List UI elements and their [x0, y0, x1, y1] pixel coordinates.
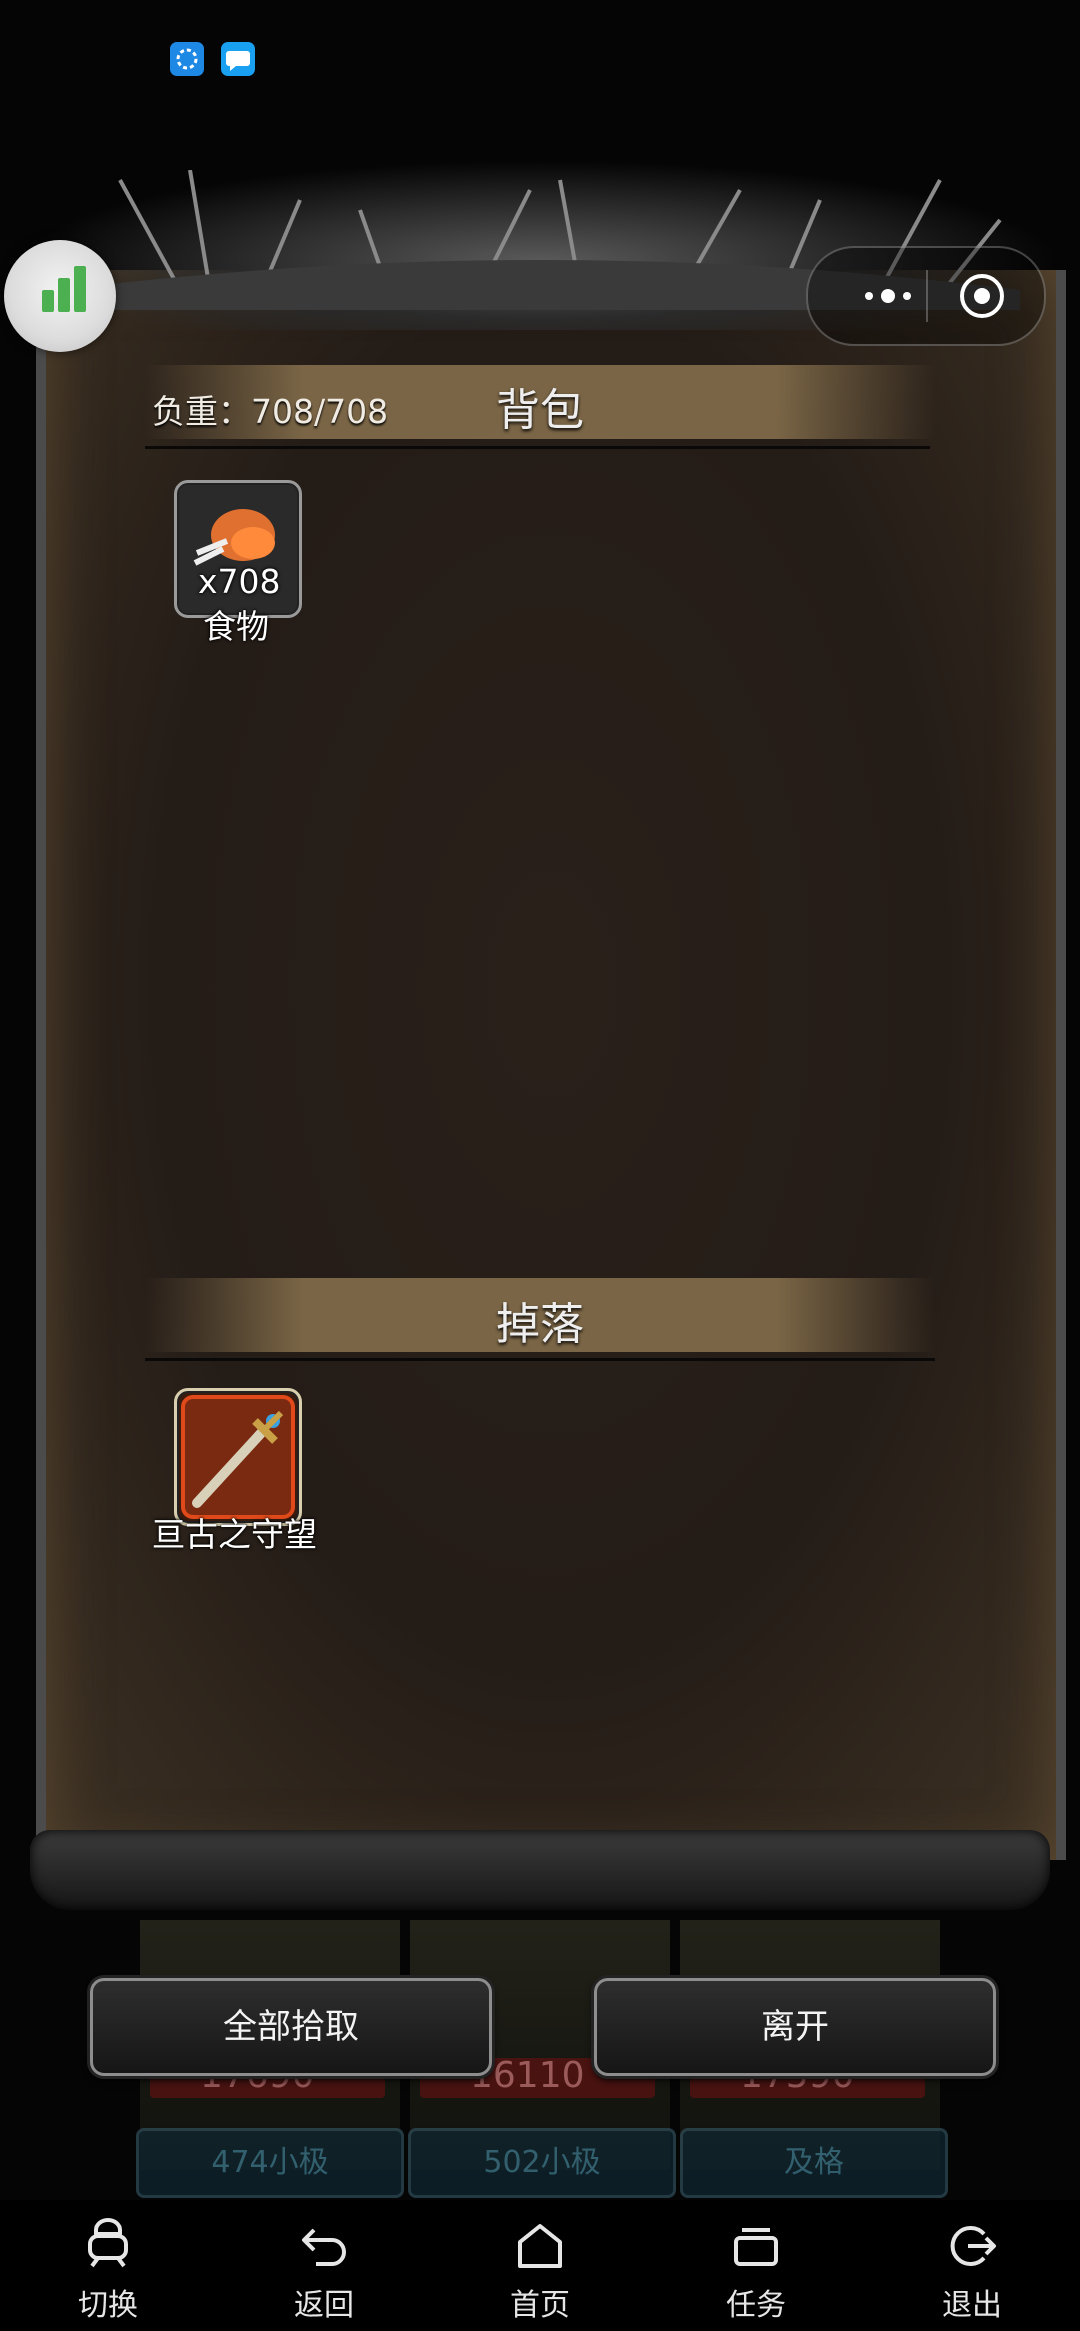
- capsule-divider: [926, 270, 928, 322]
- miniprogram-capsule: [806, 246, 1046, 346]
- nav-item-task[interactable]: 任务: [648, 2200, 864, 2331]
- undo-icon: [302, 2228, 346, 2266]
- task-icon: [734, 2228, 778, 2266]
- bg-grade-tag: 502小极: [408, 2128, 676, 2198]
- bg-grade-tag: 及格: [680, 2128, 948, 2198]
- app-notification-icon: [170, 42, 204, 76]
- sword-icon: [181, 1395, 295, 1519]
- pickup-all-button[interactable]: 全部拾取: [90, 1978, 492, 2076]
- item-count: x708: [198, 562, 281, 601]
- bottom-nav: 切换 返回 首页 任务 退出: [0, 2200, 1080, 2331]
- nav-label: 任务: [726, 2288, 786, 2323]
- leave-button[interactable]: 离开: [594, 1978, 996, 2076]
- nav-label: 切换: [78, 2288, 138, 2323]
- home-icon: [518, 2224, 562, 2268]
- drop-item-slot[interactable]: [174, 1388, 302, 1526]
- floating-stats-widget[interactable]: [4, 240, 116, 352]
- item-name: 亘古之守望: [152, 1515, 317, 1554]
- nav-label: 返回: [294, 2288, 354, 2323]
- bg-grade-tag: 474小极: [136, 2128, 404, 2198]
- item-name: 食物: [203, 607, 269, 646]
- close-target-icon[interactable]: [958, 272, 1006, 320]
- backpack-title: 背包: [496, 385, 584, 436]
- nav-item-back[interactable]: 返回: [216, 2200, 432, 2331]
- drop-divider: [145, 1358, 935, 1361]
- drop-title: 掉落: [496, 1299, 584, 1350]
- chat-notification-icon: [221, 42, 255, 76]
- weight-label: 负重：708/708: [152, 392, 389, 431]
- nav-label: 退出: [942, 2288, 1002, 2323]
- more-menu-button[interactable]: [838, 278, 938, 314]
- nav-item-exit[interactable]: 退出: [864, 2200, 1080, 2331]
- switch-icon: [88, 2218, 128, 2268]
- nav-item-home[interactable]: 首页: [432, 2200, 648, 2331]
- backpack-divider: [145, 446, 930, 449]
- panel-ornament-bottom: [30, 1830, 1050, 1910]
- nav-item-switch[interactable]: 切换: [0, 2200, 216, 2331]
- nav-label: 首页: [510, 2288, 570, 2323]
- exit-icon: [950, 2226, 996, 2266]
